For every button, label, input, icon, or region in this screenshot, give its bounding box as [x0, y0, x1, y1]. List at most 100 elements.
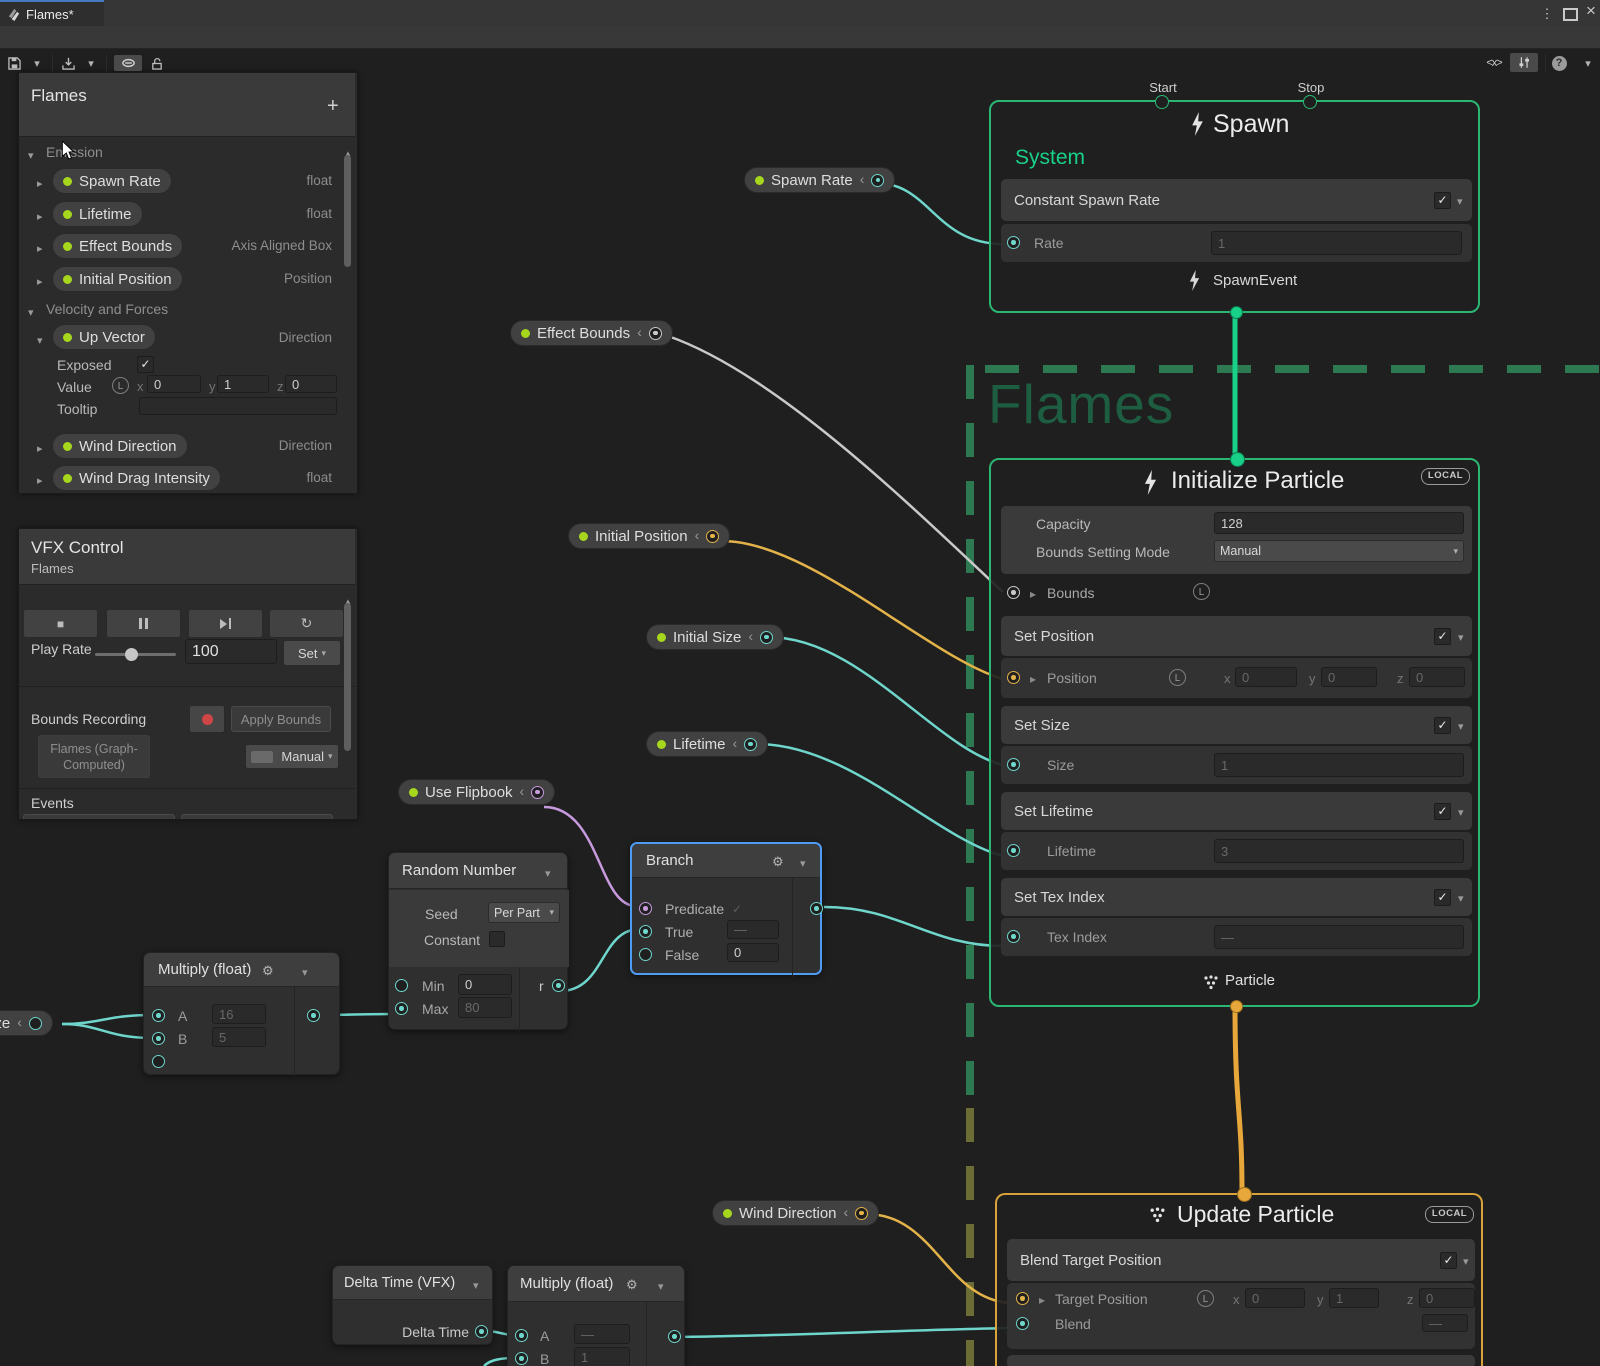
true-field[interactable]: — — [727, 920, 779, 939]
start-flow-port[interactable] — [1155, 95, 1169, 109]
node-title[interactable]: Spawn — [1213, 110, 1289, 139]
bb-item-wind-drag-intensity[interactable]: Wind Drag Intensity — [52, 465, 221, 491]
expand-triangle-icon[interactable] — [1030, 585, 1036, 603]
set-button[interactable]: Set — [283, 640, 341, 666]
predicate-in-port[interactable] — [639, 902, 652, 915]
link-space-icon[interactable] — [112, 377, 129, 394]
seed-dropdown[interactable]: Per Part — [488, 902, 560, 923]
collapse-icon[interactable] — [695, 527, 700, 545]
section-collapse-icon[interactable] — [28, 146, 34, 164]
param-size-clipped[interactable]: Size — [0, 1010, 53, 1036]
lifetime-field[interactable]: 3 — [1214, 839, 1464, 863]
up-vector-x-field[interactable]: 0 — [147, 375, 201, 393]
wire-initialposition-position[interactable] — [722, 541, 1003, 679]
wire-lifetime-lifetime[interactable] — [757, 744, 1003, 856]
bb-item-up-vector[interactable]: Up Vector — [52, 324, 156, 350]
stop-flow-port[interactable] — [1303, 95, 1317, 109]
close-icon[interactable] — [1582, 2, 1600, 20]
param-out-port[interactable] — [706, 530, 719, 543]
constant-checkbox[interactable] — [489, 931, 505, 947]
block-enabled-checkbox[interactable] — [1440, 1252, 1457, 1269]
false-in-port[interactable] — [639, 948, 652, 961]
bb-item-initial-position[interactable]: Initial Position — [52, 266, 183, 292]
b-in-port[interactable] — [152, 1032, 165, 1045]
a-in-port[interactable] — [152, 1009, 165, 1022]
multiply-out-port[interactable] — [307, 1009, 320, 1022]
node-header[interactable]: Random Number — [389, 853, 567, 889]
expand-triangle-icon[interactable] — [1030, 670, 1036, 688]
block-enabled-checkbox[interactable] — [1434, 717, 1451, 734]
node-multiply-1[interactable]: Multiply (float) A 16 B 5 — [143, 952, 340, 1075]
param-out-port[interactable] — [29, 1017, 42, 1030]
link-icon[interactable] — [114, 55, 142, 71]
expand-icon[interactable] — [37, 207, 43, 225]
vfx-control-scrollbar[interactable] — [344, 603, 351, 751]
import-icon[interactable] — [60, 55, 76, 71]
link-space-icon[interactable] — [1193, 583, 1210, 600]
param-out-port[interactable] — [871, 174, 884, 187]
link-space-icon[interactable] — [1197, 1290, 1214, 1307]
rate-field[interactable]: 1 — [1211, 231, 1462, 255]
block-set-lifetime[interactable]: Set Lifetime — [1001, 792, 1472, 830]
position-x-field[interactable]: 0 — [1235, 667, 1297, 687]
compile-icon[interactable] — [1482, 55, 1506, 71]
chevron-down-icon[interactable] — [658, 1277, 664, 1295]
capacity-field[interactable]: 128 — [1214, 512, 1464, 534]
param-out-port[interactable] — [760, 631, 773, 644]
wire-effectbounds-bounds[interactable] — [668, 336, 1003, 592]
block-set-tex-index[interactable]: Set Tex Index — [1001, 878, 1472, 916]
pause-button[interactable] — [106, 609, 181, 638]
gear-icon[interactable] — [772, 853, 784, 871]
unlock-icon[interactable] — [148, 55, 166, 71]
node-header[interactable]: Delta Time (VFX) — [333, 1266, 492, 1300]
blackboard-scrollbar[interactable] — [344, 155, 351, 267]
gear-icon[interactable] — [262, 962, 274, 980]
bb-item-spawn-rate[interactable]: Spawn Rate — [52, 168, 172, 194]
wire-size-a[interactable] — [62, 1015, 153, 1024]
delta-out-port[interactable] — [475, 1325, 488, 1338]
chevron-down-icon[interactable] — [545, 864, 551, 882]
node-random-number[interactable]: Random Number Seed Per Part Constant Min… — [388, 852, 568, 1030]
section-collapse-icon[interactable] — [28, 303, 34, 321]
target-position-in-port[interactable] — [1016, 1292, 1029, 1305]
stop-button[interactable] — [23, 609, 98, 638]
help-icon[interactable]: ? — [1550, 55, 1568, 71]
record-button[interactable] — [189, 705, 225, 733]
expand-icon[interactable] — [37, 471, 43, 489]
param-initial-position[interactable]: Initial Position — [568, 523, 730, 549]
node-update-particle[interactable]: Update Particle LOCAL Blend Target Posit… — [995, 1193, 1483, 1366]
node-spawn[interactable]: Start Stop Spawn System Constant Spawn R… — [989, 100, 1480, 313]
flow-in-port[interactable] — [1237, 1187, 1252, 1202]
particle-out-port[interactable] — [1230, 1000, 1243, 1013]
wire-winddirection-targetposition[interactable] — [866, 1214, 1009, 1303]
blend-in-port[interactable] — [1016, 1317, 1029, 1330]
play-rate-field[interactable]: 100 — [185, 639, 277, 664]
target-z-field[interactable]: 0 — [1419, 1288, 1475, 1308]
expand-icon[interactable] — [37, 272, 43, 290]
param-out-port[interactable] — [744, 738, 757, 751]
b-field[interactable]: 1 — [574, 1347, 630, 1366]
exposed-checkbox[interactable] — [137, 356, 154, 373]
gear-icon[interactable] — [626, 1276, 638, 1294]
restart-button[interactable] — [269, 609, 344, 638]
param-out-port[interactable] — [649, 327, 662, 340]
bounds-in-port[interactable] — [1007, 586, 1020, 599]
b-in-port[interactable] — [515, 1352, 528, 1365]
max-in-port[interactable] — [395, 1002, 408, 1015]
import-dropdown-icon[interactable] — [84, 55, 98, 71]
max-field[interactable]: 80 — [458, 997, 512, 1018]
chevron-down-icon[interactable] — [1458, 628, 1464, 646]
node-header[interactable]: Multiply (float) — [508, 1266, 684, 1302]
lifetime-in-port[interactable] — [1007, 844, 1020, 857]
position-in-port[interactable] — [1007, 671, 1020, 684]
param-lifetime[interactable]: Lifetime — [646, 731, 768, 757]
collapse-icon[interactable] — [733, 735, 738, 753]
size-in-port[interactable] — [1007, 758, 1020, 771]
a-field[interactable]: — — [574, 1324, 630, 1344]
up-vector-y-field[interactable]: 1 — [217, 375, 269, 393]
b-field[interactable]: 5 — [212, 1027, 266, 1047]
save-dropdown-icon[interactable] — [30, 55, 44, 71]
step-button[interactable] — [188, 609, 263, 638]
play-rate-knob[interactable] — [125, 648, 138, 661]
node-title[interactable]: Initialize Particle — [1171, 467, 1344, 495]
